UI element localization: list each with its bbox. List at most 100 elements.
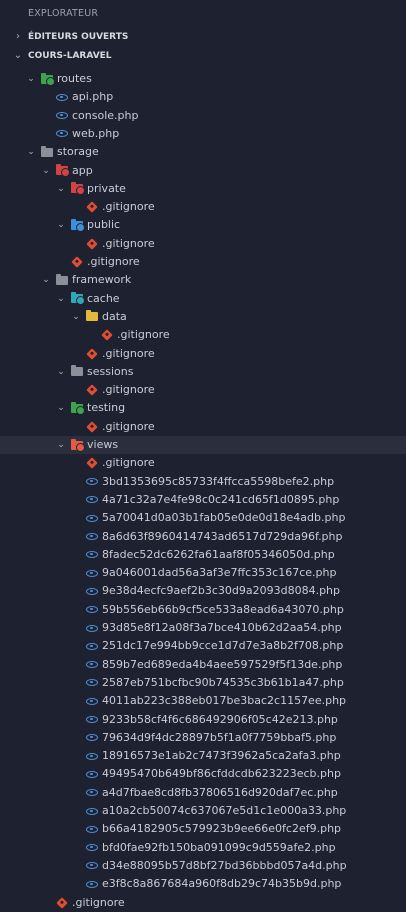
folder-icon	[70, 180, 85, 198]
tree-file[interactable]: a4d7fbae8cd8fb37806516d920daf7ec.php	[0, 784, 406, 802]
php-file-icon	[85, 747, 99, 765]
chevron-down-icon: ⌄	[13, 50, 23, 61]
tree-file[interactable]: 859b7ed689eda4b4aee597529f5f13de.php	[0, 656, 406, 674]
tree-file[interactable]: 93d85e8f12a08f3a7bce410b62d2aa54.php	[0, 619, 406, 637]
tree-item-label: 93d85e8f12a08f3a7bce410b62d2aa54.php	[102, 621, 342, 634]
tree-folder[interactable]: ⌄ storage	[0, 143, 406, 161]
git-file-icon	[85, 235, 99, 253]
chevron-down-icon[interactable]: ⌄	[56, 180, 66, 198]
tree-folder[interactable]: ⌄ cache	[0, 290, 406, 308]
tree-file[interactable]: 3bd1353695c85733f4ffcca5598befe2.php	[0, 473, 406, 491]
tree-file[interactable]: 4011ab223c388eb017be3bac2c1157ee.php	[0, 692, 406, 710]
tree-file[interactable]: 18916573e1ab2c7473f3962a5ca2afa3.php	[0, 747, 406, 765]
tree-file[interactable]: 9233b58cf4f6c686492906f05c42e213.php	[0, 711, 406, 729]
tree-file[interactable]: d34e88095b57d8bf27bd36bbbd057a4d.php	[0, 857, 406, 875]
tree-item-label: 8fadec52dc6262fa61aaf8f05346050d.php	[102, 547, 335, 561]
chevron-down-icon[interactable]: ⌄	[26, 70, 36, 88]
tree-folder[interactable]: ⌄ public	[0, 216, 406, 234]
tree-file[interactable]: e3f8c8a867684a960f8db29c74b35b9d.php	[0, 875, 406, 893]
tree-item-label: .gitignore	[102, 346, 155, 360]
git-file-icon	[85, 198, 99, 216]
tree-file[interactable]: 8fadec52dc6262fa61aaf8f05346050d.php	[0, 546, 406, 564]
tree-file[interactable]: b66a4182905c579923b9ee66e0fc2ef9.php	[0, 820, 406, 838]
tree-file[interactable]: .gitignore	[0, 894, 406, 912]
tree-file[interactable]: .gitignore	[0, 235, 406, 253]
tree-item-label: web.php	[72, 126, 120, 140]
chevron-down-icon[interactable]: ⌄	[56, 399, 66, 417]
php-file-icon	[85, 820, 99, 838]
tree-item-label: framework	[72, 273, 132, 287]
tree-file[interactable]: web.php	[0, 125, 406, 143]
chevron-down-icon[interactable]: ⌄	[26, 143, 36, 161]
git-file-icon	[85, 454, 99, 472]
tree-folder[interactable]: ⌄ app	[0, 162, 406, 180]
php-file-icon	[85, 528, 99, 546]
chevron-down-icon[interactable]: ⌄	[56, 216, 66, 234]
tree-file[interactable]: .gitignore	[0, 345, 406, 363]
git-file-icon	[85, 345, 99, 363]
tree-file[interactable]: 9a046001dad56a3af3e7ffc353c167ce.php	[0, 564, 406, 582]
tree-file[interactable]: .gitignore	[0, 326, 406, 344]
tree-folder[interactable]: ⌄ testing	[0, 399, 406, 417]
php-file-icon	[85, 839, 99, 857]
git-file-icon	[85, 381, 99, 399]
php-file-icon	[55, 107, 69, 125]
section-project[interactable]: ⌄ COURS-LARAVEL	[0, 46, 406, 66]
tree-file[interactable]: .gitignore	[0, 418, 406, 436]
tree-item-label: 79634d9f4dc28897b5f1a0f7759bbaf5.php	[102, 730, 337, 744]
git-file-icon	[100, 326, 114, 344]
section-open-editors[interactable]: › ÉDITEURS OUVERTS	[0, 27, 406, 47]
tree-file[interactable]: 8a6d63f8960414743ad6517d729da96f.php	[0, 528, 406, 546]
tree-folder[interactable]: ⌄ views	[0, 436, 406, 455]
tree-item-label: .gitignore	[102, 236, 155, 250]
tree-item-label: 4011ab223c388eb017be3bac2c1157ee.php	[102, 694, 347, 708]
tree-item-label: .gitignore	[87, 255, 140, 268]
php-file-icon	[85, 564, 99, 582]
tree-file[interactable]: console.php	[0, 107, 406, 125]
tree-file[interactable]: 251dc17e994bb9cce1d7d7e3a8b2f708.php	[0, 637, 406, 655]
tree-file[interactable]: a10a2cb50074c637067e5d1c1e000a33.php	[0, 802, 406, 820]
tree-file[interactable]: 9e38d4ecfc9aef2b3c30d9a2093d8084.php	[0, 582, 406, 600]
tree-item-label: app	[72, 163, 93, 177]
tree-folder[interactable]: ⌄ private	[0, 180, 406, 198]
tree-item-label: private	[87, 181, 126, 195]
tree-folder[interactable]: ⌄ sessions	[0, 363, 406, 381]
tree-file[interactable]: 5a70041d0a03b1fab05e0de0d18e4adb.php	[0, 509, 406, 527]
chevron-down-icon[interactable]: ⌄	[56, 363, 66, 381]
tree-file[interactable]: 4a71c32a7e4fe98c0c241cd65f1d0895.php	[0, 491, 406, 509]
folder-icon	[40, 143, 54, 161]
php-file-icon	[85, 784, 99, 802]
php-file-icon	[85, 656, 99, 674]
tree-file[interactable]: api.php	[0, 88, 406, 106]
tree-folder[interactable]: ⌄ routes	[0, 70, 406, 88]
chevron-down-icon[interactable]: ⌄	[56, 436, 66, 454]
folder-icon	[40, 70, 55, 88]
tree-item-label: .gitignore	[72, 895, 125, 909]
git-file-icon	[55, 894, 69, 912]
chevron-down-icon[interactable]: ⌄	[41, 271, 51, 289]
tree-item-label: testing	[87, 401, 126, 415]
tree-file[interactable]: .gitignore	[0, 454, 406, 472]
tree-file[interactable]: bfd0fae92fb150ba091099c9d559afe2.php	[0, 839, 406, 857]
tree-file[interactable]: 79634d9f4dc28897b5f1a0f7759bbaf5.php	[0, 729, 406, 747]
tree-item-label: e3f8c8a867684a960f8db29c74b35b9d.php	[102, 877, 342, 891]
tree-file[interactable]: .gitignore	[0, 381, 406, 399]
chevron-down-icon[interactable]: ⌄	[41, 162, 51, 180]
tree-file[interactable]: .gitignore	[0, 198, 406, 216]
php-file-icon	[85, 546, 99, 564]
tree-folder[interactable]: ⌄ framework	[0, 271, 406, 289]
tree-folder[interactable]: ⌄ data	[0, 308, 406, 326]
chevron-down-icon[interactable]: ⌄	[56, 290, 66, 308]
tree-item-label: 18916573e1ab2c7473f3962a5ca2afa3.php	[102, 749, 341, 763]
tree-file[interactable]: 2587eb751bcfbc90b74535c3b61b1a47.php	[0, 674, 406, 692]
tree-file[interactable]: 49495470b649bf86cfddcdb623223ecb.php	[0, 765, 406, 783]
php-file-icon	[85, 729, 99, 747]
php-file-icon	[55, 88, 69, 106]
section-open-editors-label: ÉDITEURS OUVERTS	[28, 32, 129, 42]
tree-item-label: sessions	[87, 364, 134, 378]
tree-file[interactable]: 59b556eb66b9cf5ce533a8ead6a43070.php	[0, 601, 406, 619]
php-file-icon	[85, 491, 99, 509]
tree-file[interactable]: .gitignore	[0, 253, 406, 271]
php-file-icon	[85, 711, 99, 729]
chevron-down-icon[interactable]: ⌄	[71, 308, 81, 326]
